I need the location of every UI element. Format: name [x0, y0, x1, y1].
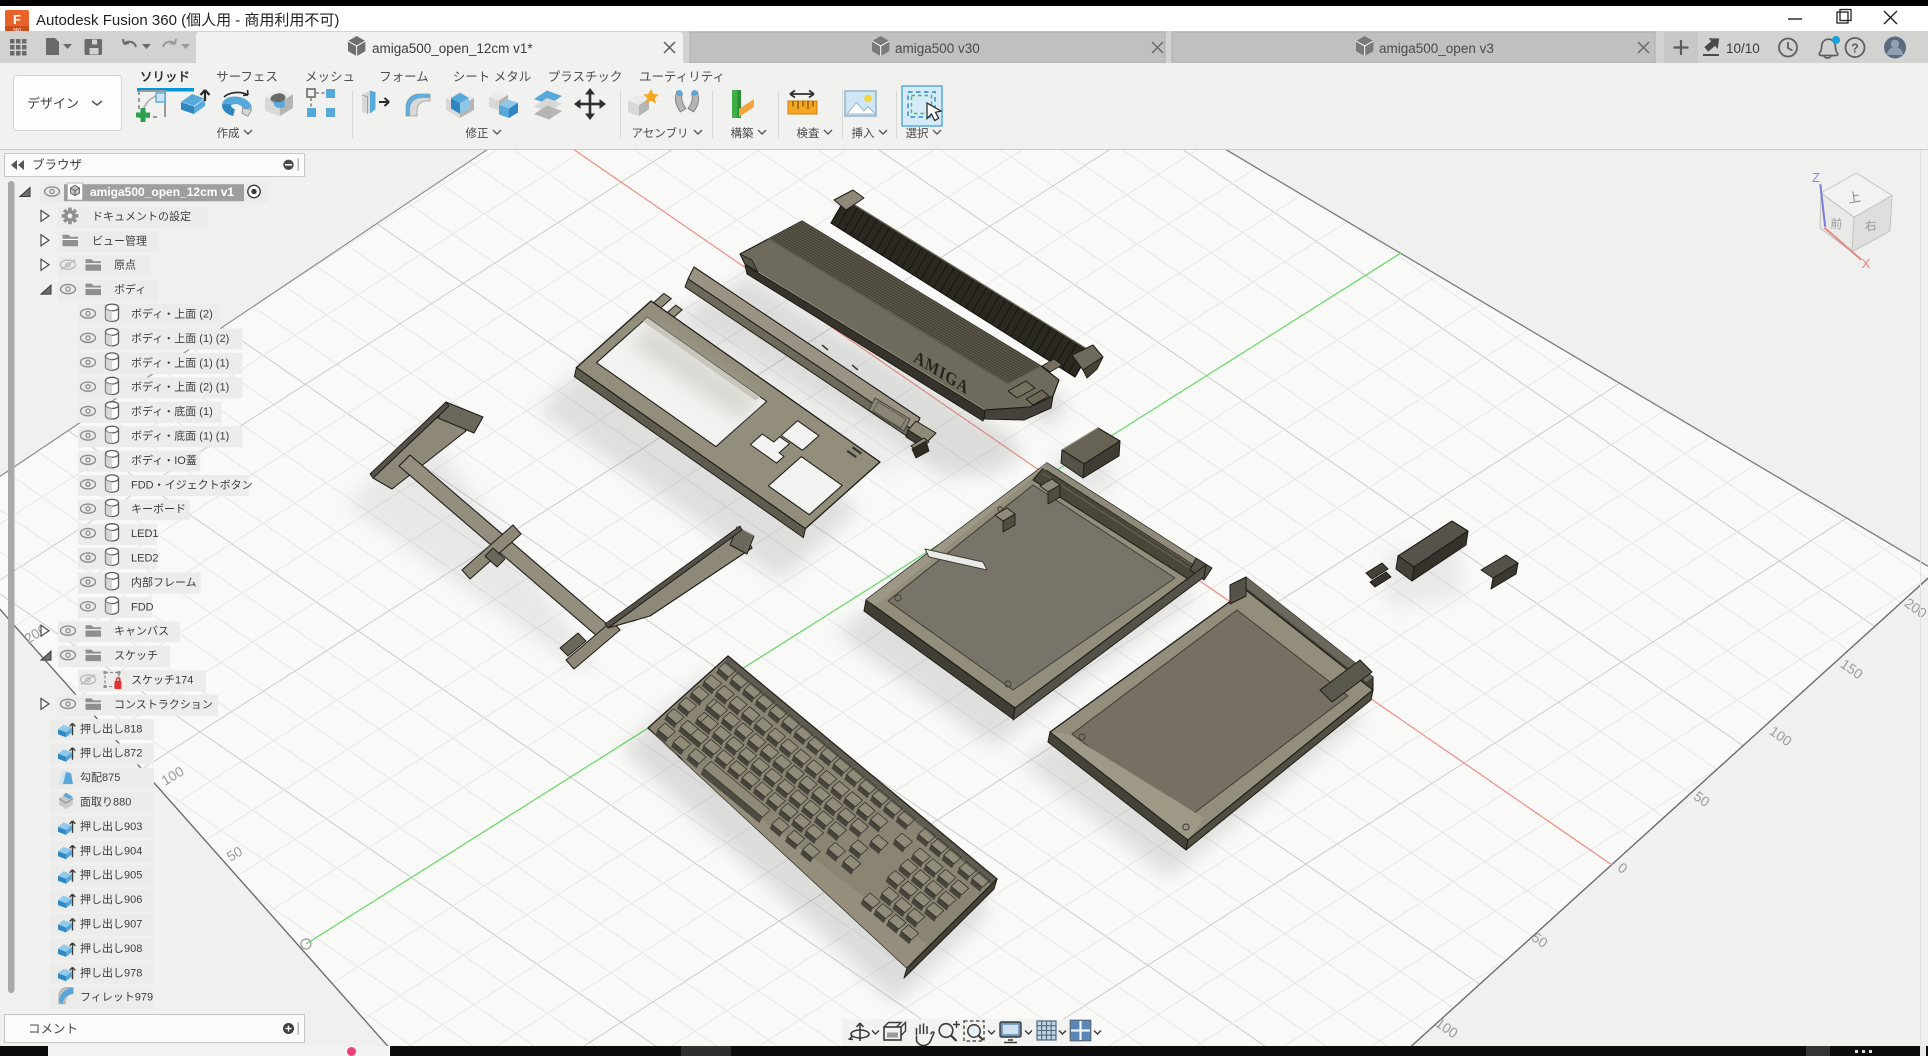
svg-text:面取り880: 面取り880: [80, 796, 131, 809]
svg-text:ドキュメントの設定: ドキュメントの設定: [92, 209, 191, 223]
svg-text:キャンバス: キャンバス: [114, 625, 169, 638]
svg-text:挿入: 挿入: [852, 126, 875, 140]
svg-text:ボディ・上面 (1) (1): ボディ・上面 (1) (1): [131, 355, 229, 369]
svg-text:勾配875: 勾配875: [80, 771, 120, 784]
svg-text:ボディ・底面 (1) (1): ボディ・底面 (1) (1): [131, 429, 229, 443]
svg-text:押し出し908: 押し出し908: [80, 941, 142, 955]
svg-text:修正: 修正: [466, 126, 489, 140]
svg-text:?: ?: [1851, 42, 1859, 56]
svg-text:キーボード: キーボード: [131, 503, 186, 516]
svg-text:押し出し872: 押し出し872: [80, 746, 142, 760]
svg-text:フィレット979: フィレット979: [80, 992, 153, 1004]
svg-text:選択: 選択: [906, 126, 929, 140]
svg-text:プラスチック: プラスチック: [548, 70, 623, 84]
svg-text:ボディ・上面 (2) (1): ボディ・上面 (2) (1): [131, 380, 229, 394]
svg-text:FDD・イジェクトボタン: FDD・イジェクトボタン: [131, 478, 253, 491]
svg-text:amiga500_open_12cm v1: amiga500_open_12cm v1: [90, 185, 234, 199]
svg-text:ボディ・IO蓋: ボディ・IO蓋: [131, 453, 197, 467]
svg-text:右: 右: [1864, 218, 1877, 234]
svg-text:押し出し903: 押し出し903: [80, 819, 142, 833]
svg-text:前: 前: [1830, 216, 1843, 232]
svg-text:コンストラクション: コンストラクション: [114, 698, 213, 711]
svg-text:押し出し907: 押し出し907: [80, 917, 142, 931]
svg-text:スケッチ: スケッチ: [114, 649, 158, 662]
svg-text:アセンブリ: アセンブリ: [632, 126, 689, 140]
svg-text:10/10: 10/10: [1726, 41, 1760, 56]
svg-text:押し出し818: 押し出し818: [80, 721, 142, 735]
svg-text:検査: 検査: [797, 126, 820, 140]
svg-text:LED1: LED1: [131, 528, 159, 540]
svg-text:シート メタル: シート メタル: [453, 70, 531, 84]
svg-text:ユーティリティ: ユーティリティ: [639, 70, 725, 84]
svg-text:ボディ・底面 (1): ボディ・底面 (1): [131, 404, 213, 418]
svg-text:LED2: LED2: [131, 553, 159, 565]
svg-text:構築: 構築: [731, 126, 754, 140]
svg-text:押し出し906: 押し出し906: [80, 892, 142, 906]
svg-text:原点: 原点: [114, 259, 136, 272]
svg-text:amiga500_open v3: amiga500_open v3: [1379, 41, 1494, 56]
svg-text:X: X: [1862, 256, 1871, 271]
svg-text:内部フレーム: 内部フレーム: [131, 575, 197, 589]
svg-text:amiga500_open_12cm v1*: amiga500_open_12cm v1*: [372, 41, 533, 56]
svg-text:サーフェス: サーフェス: [216, 70, 278, 84]
svg-text:F: F: [13, 12, 21, 27]
svg-text:押し出し904: 押し出し904: [80, 843, 142, 857]
svg-text:ボディ・上面 (1) (2): ボディ・上面 (1) (2): [131, 331, 229, 345]
svg-text:ボディ・上面 (2): ボディ・上面 (2): [131, 307, 213, 321]
svg-text:デザイン: デザイン: [27, 96, 79, 111]
svg-text:フォーム: フォーム: [379, 70, 429, 84]
svg-text:Z: Z: [1812, 170, 1820, 185]
svg-text:ボディ: ボディ: [114, 282, 146, 296]
svg-text:押し出し978: 押し出し978: [80, 965, 142, 979]
svg-text:スケッチ174: スケッチ174: [131, 674, 193, 687]
svg-text:作成: 作成: [217, 127, 240, 140]
svg-text:コメント: コメント: [28, 1022, 78, 1036]
svg-text:メッシュ: メッシュ: [305, 70, 355, 84]
svg-text:ブラウザ: ブラウザ: [32, 157, 82, 172]
svg-text:amiga500 v30: amiga500 v30: [895, 41, 980, 56]
svg-text:ビュー管理: ビュー管理: [92, 233, 147, 247]
svg-text:押し出し905: 押し出し905: [80, 868, 142, 882]
svg-text:ソリッド: ソリッド: [140, 70, 190, 84]
svg-text:FDD: FDD: [131, 601, 154, 613]
svg-text:上: 上: [1847, 189, 1862, 206]
